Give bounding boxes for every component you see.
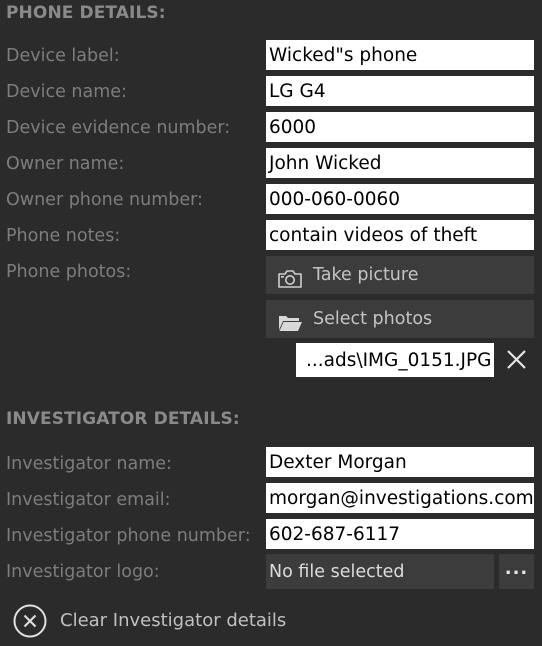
investigator-email-label: Investigator email: <box>6 490 171 510</box>
browse-logo-button[interactable]: ... <box>499 554 534 589</box>
owner-phone-number-field[interactable]: 000-060-0060 <box>266 184 534 214</box>
device-evidence-number-label: Device evidence number: <box>6 118 231 138</box>
investigator-logo-label: Investigator logo: <box>6 562 160 582</box>
device-name-label: Device name: <box>6 82 127 102</box>
investigator-logo-field: No file selected <box>266 554 494 589</box>
phone-details-heading: PHONE DETAILS: <box>6 3 166 23</box>
device-name-field[interactable]: LG G4 <box>266 76 534 106</box>
close-circle-icon <box>13 604 47 638</box>
device-label-label: Device label: <box>6 46 120 66</box>
owner-name-label: Owner name: <box>6 154 125 174</box>
folder-icon <box>277 309 303 331</box>
investigator-email-field[interactable]: morgan@investigations.com <box>266 483 534 513</box>
browse-logo-label: ... <box>504 558 529 579</box>
investigator-details-heading: INVESTIGATOR DETAILS: <box>6 409 240 429</box>
device-label-field[interactable]: Wicked"s phone <box>266 40 534 70</box>
selected-photo-file: ...ads\IMG_0151.JPG <box>296 343 494 377</box>
take-picture-label: Take picture <box>313 265 419 285</box>
clear-investigator-details-button[interactable]: Clear Investigator details <box>12 604 312 638</box>
remove-photo-button[interactable] <box>499 343 534 377</box>
take-picture-button[interactable]: Take picture <box>266 256 534 294</box>
owner-name-field[interactable]: John Wicked <box>266 148 534 178</box>
device-evidence-number-field[interactable]: 6000 <box>266 112 534 142</box>
camera-icon <box>277 265 303 288</box>
owner-phone-number-label: Owner phone number: <box>6 190 203 210</box>
investigator-name-label: Investigator name: <box>6 454 172 474</box>
select-photos-button[interactable]: Select photos <box>266 300 534 338</box>
select-photos-label: Select photos <box>313 309 433 329</box>
clear-investigator-details-label: Clear Investigator details <box>60 610 287 631</box>
investigator-phone-number-label: Investigator phone number: <box>6 526 251 546</box>
phone-photos-label: Phone photos: <box>6 262 132 282</box>
close-icon <box>507 350 526 369</box>
phone-notes-label: Phone notes: <box>6 226 121 246</box>
phone-notes-field[interactable]: contain videos of theft <box>266 220 534 250</box>
investigator-name-field[interactable]: Dexter Morgan <box>266 447 534 477</box>
investigator-phone-number-field[interactable]: 602-687-6117 <box>266 519 534 549</box>
